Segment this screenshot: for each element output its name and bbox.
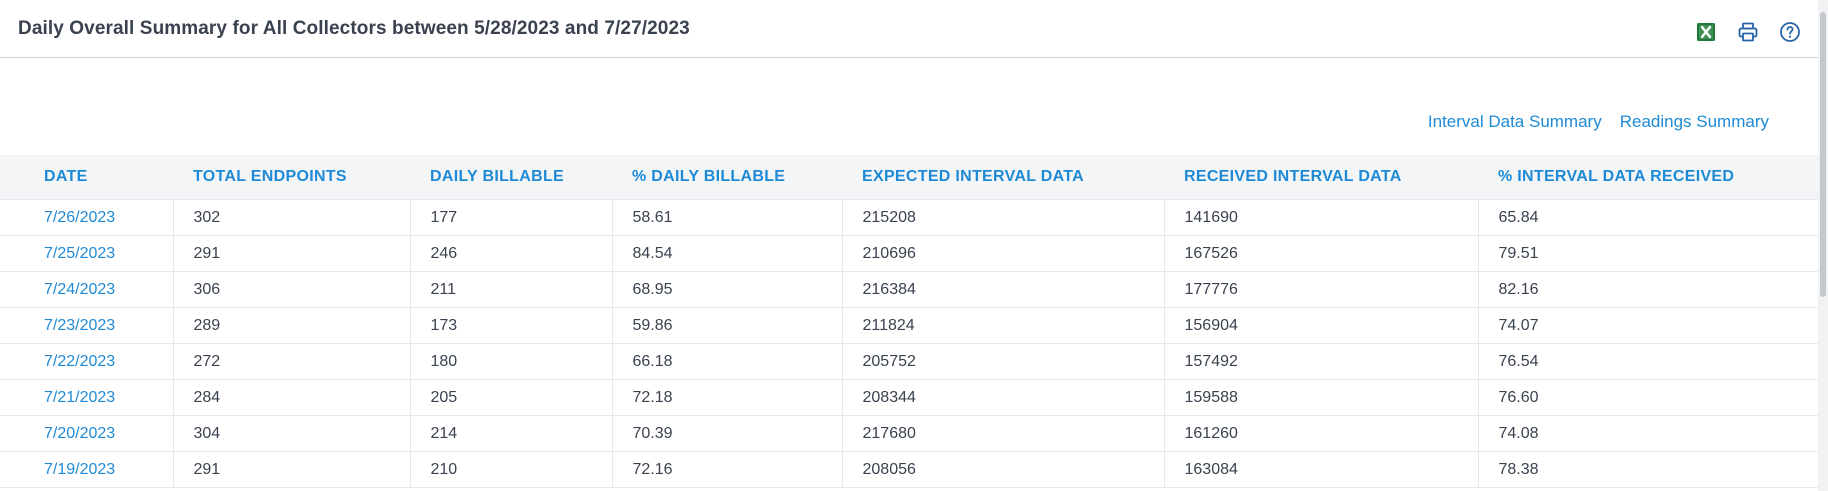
summary-links: Interval Data Summary Readings Summary	[1428, 112, 1769, 132]
daily-billable-cell: 205	[409, 379, 612, 416]
column-header-pct-daily-billable[interactable]: % DAILY BILLABLE	[612, 155, 842, 200]
expected-interval-data-cell: 217680	[841, 415, 1164, 452]
table-row: 7/19/2023 291 210 72.16 208056 163084 78…	[0, 451, 1818, 488]
date-link[interactable]: 7/19/2023	[44, 461, 115, 478]
page-header: Daily Overall Summary for All Collectors…	[0, 0, 1818, 58]
table-row: 7/24/2023 306 211 68.95 216384 177776 82…	[0, 271, 1818, 308]
help-icon[interactable]	[1776, 18, 1804, 46]
expected-interval-data-cell: 208056	[841, 451, 1164, 488]
column-header-expected-interval-data[interactable]: EXPECTED INTERVAL DATA	[842, 155, 1164, 200]
pct-daily-billable-cell: 66.18	[611, 343, 842, 380]
pct-daily-billable-cell: 59.86	[611, 307, 842, 344]
date-cell[interactable]: 7/24/2023	[0, 271, 173, 308]
received-interval-data-cell: 163084	[1163, 451, 1478, 488]
pct-interval-data-received-cell: 78.38	[1477, 451, 1818, 488]
date-link[interactable]: 7/20/2023	[44, 425, 115, 442]
table-row: 7/20/2023 304 214 70.39 217680 161260 74…	[0, 415, 1818, 452]
date-link[interactable]: 7/25/2023	[44, 245, 115, 262]
pct-daily-billable-cell: 58.61	[611, 199, 842, 236]
date-cell[interactable]: 7/20/2023	[0, 415, 173, 452]
pct-daily-billable-cell: 84.54	[611, 235, 842, 272]
expected-interval-data-cell: 211824	[841, 307, 1164, 344]
total-endpoints-cell: 291	[172, 235, 410, 272]
scrollbar-thumb[interactable]	[1820, 12, 1826, 297]
date-cell[interactable]: 7/25/2023	[0, 235, 173, 272]
table-row: 7/26/2023 302 177 58.61 215208 141690 65…	[0, 199, 1818, 236]
daily-billable-cell: 180	[409, 343, 612, 380]
total-endpoints-cell: 291	[172, 451, 410, 488]
page-title: Daily Overall Summary for All Collectors…	[18, 18, 690, 39]
pct-daily-billable-cell: 72.16	[611, 451, 842, 488]
daily-billable-cell: 210	[409, 451, 612, 488]
pct-daily-billable-cell: 72.18	[611, 379, 842, 416]
date-cell[interactable]: 7/26/2023	[0, 199, 173, 236]
daily-billable-cell: 214	[409, 415, 612, 452]
column-header-daily-billable[interactable]: DAILY BILLABLE	[410, 155, 612, 200]
date-link[interactable]: 7/23/2023	[44, 317, 115, 334]
pct-interval-data-received-cell: 82.16	[1477, 271, 1818, 308]
received-interval-data-cell: 167526	[1163, 235, 1478, 272]
received-interval-data-cell: 157492	[1163, 343, 1478, 380]
readings-summary-link[interactable]: Readings Summary	[1620, 112, 1769, 132]
interval-data-summary-link[interactable]: Interval Data Summary	[1428, 112, 1602, 132]
expected-interval-data-cell: 216384	[841, 271, 1164, 308]
table-row: 7/22/2023 272 180 66.18 205752 157492 76…	[0, 343, 1818, 380]
column-header-pct-interval-data-received[interactable]: % INTERVAL DATA RECEIVED	[1478, 155, 1818, 200]
header-toolbar	[1692, 18, 1804, 46]
expected-interval-data-cell: 205752	[841, 343, 1164, 380]
column-header-received-interval-data[interactable]: RECEIVED INTERVAL DATA	[1164, 155, 1478, 200]
pct-daily-billable-cell: 70.39	[611, 415, 842, 452]
received-interval-data-cell: 156904	[1163, 307, 1478, 344]
daily-billable-cell: 173	[409, 307, 612, 344]
received-interval-data-cell: 141690	[1163, 199, 1478, 236]
date-cell[interactable]: 7/23/2023	[0, 307, 173, 344]
total-endpoints-cell: 289	[172, 307, 410, 344]
total-endpoints-cell: 304	[172, 415, 410, 452]
table-row: 7/21/2023 284 205 72.18 208344 159588 76…	[0, 379, 1818, 416]
date-link[interactable]: 7/26/2023	[44, 209, 115, 226]
pct-interval-data-received-cell: 65.84	[1477, 199, 1818, 236]
daily-billable-cell: 211	[409, 271, 612, 308]
table-row: 7/25/2023 291 246 84.54 210696 167526 79…	[0, 235, 1818, 272]
total-endpoints-cell: 272	[172, 343, 410, 380]
date-cell[interactable]: 7/22/2023	[0, 343, 173, 380]
daily-summary-table: DATE TOTAL ENDPOINTS DAILY BILLABLE % DA…	[0, 155, 1818, 488]
pct-interval-data-received-cell: 79.51	[1477, 235, 1818, 272]
expected-interval-data-cell: 208344	[841, 379, 1164, 416]
expected-interval-data-cell: 215208	[841, 199, 1164, 236]
daily-billable-cell: 246	[409, 235, 612, 272]
pct-interval-data-received-cell: 74.08	[1477, 415, 1818, 452]
date-link[interactable]: 7/22/2023	[44, 353, 115, 370]
total-endpoints-cell: 302	[172, 199, 410, 236]
received-interval-data-cell: 159588	[1163, 379, 1478, 416]
column-header-total-endpoints[interactable]: TOTAL ENDPOINTS	[173, 155, 410, 200]
column-header-date[interactable]: DATE	[0, 155, 173, 200]
daily-billable-cell: 177	[409, 199, 612, 236]
pct-interval-data-received-cell: 74.07	[1477, 307, 1818, 344]
table-header-row: DATE TOTAL ENDPOINTS DAILY BILLABLE % DA…	[0, 155, 1818, 200]
date-cell[interactable]: 7/21/2023	[0, 379, 173, 416]
date-cell[interactable]: 7/19/2023	[0, 451, 173, 488]
table-row: 7/23/2023 289 173 59.86 211824 156904 74…	[0, 307, 1818, 344]
pct-interval-data-received-cell: 76.60	[1477, 379, 1818, 416]
date-link[interactable]: 7/21/2023	[44, 389, 115, 406]
date-link[interactable]: 7/24/2023	[44, 281, 115, 298]
received-interval-data-cell: 161260	[1163, 415, 1478, 452]
total-endpoints-cell: 284	[172, 379, 410, 416]
pct-daily-billable-cell: 68.95	[611, 271, 842, 308]
expected-interval-data-cell: 210696	[841, 235, 1164, 272]
total-endpoints-cell: 306	[172, 271, 410, 308]
pct-interval-data-received-cell: 76.54	[1477, 343, 1818, 380]
vertical-scrollbar[interactable]	[1818, 0, 1828, 491]
print-icon[interactable]	[1734, 18, 1762, 46]
excel-export-icon[interactable]	[1692, 18, 1720, 46]
received-interval-data-cell: 177776	[1163, 271, 1478, 308]
